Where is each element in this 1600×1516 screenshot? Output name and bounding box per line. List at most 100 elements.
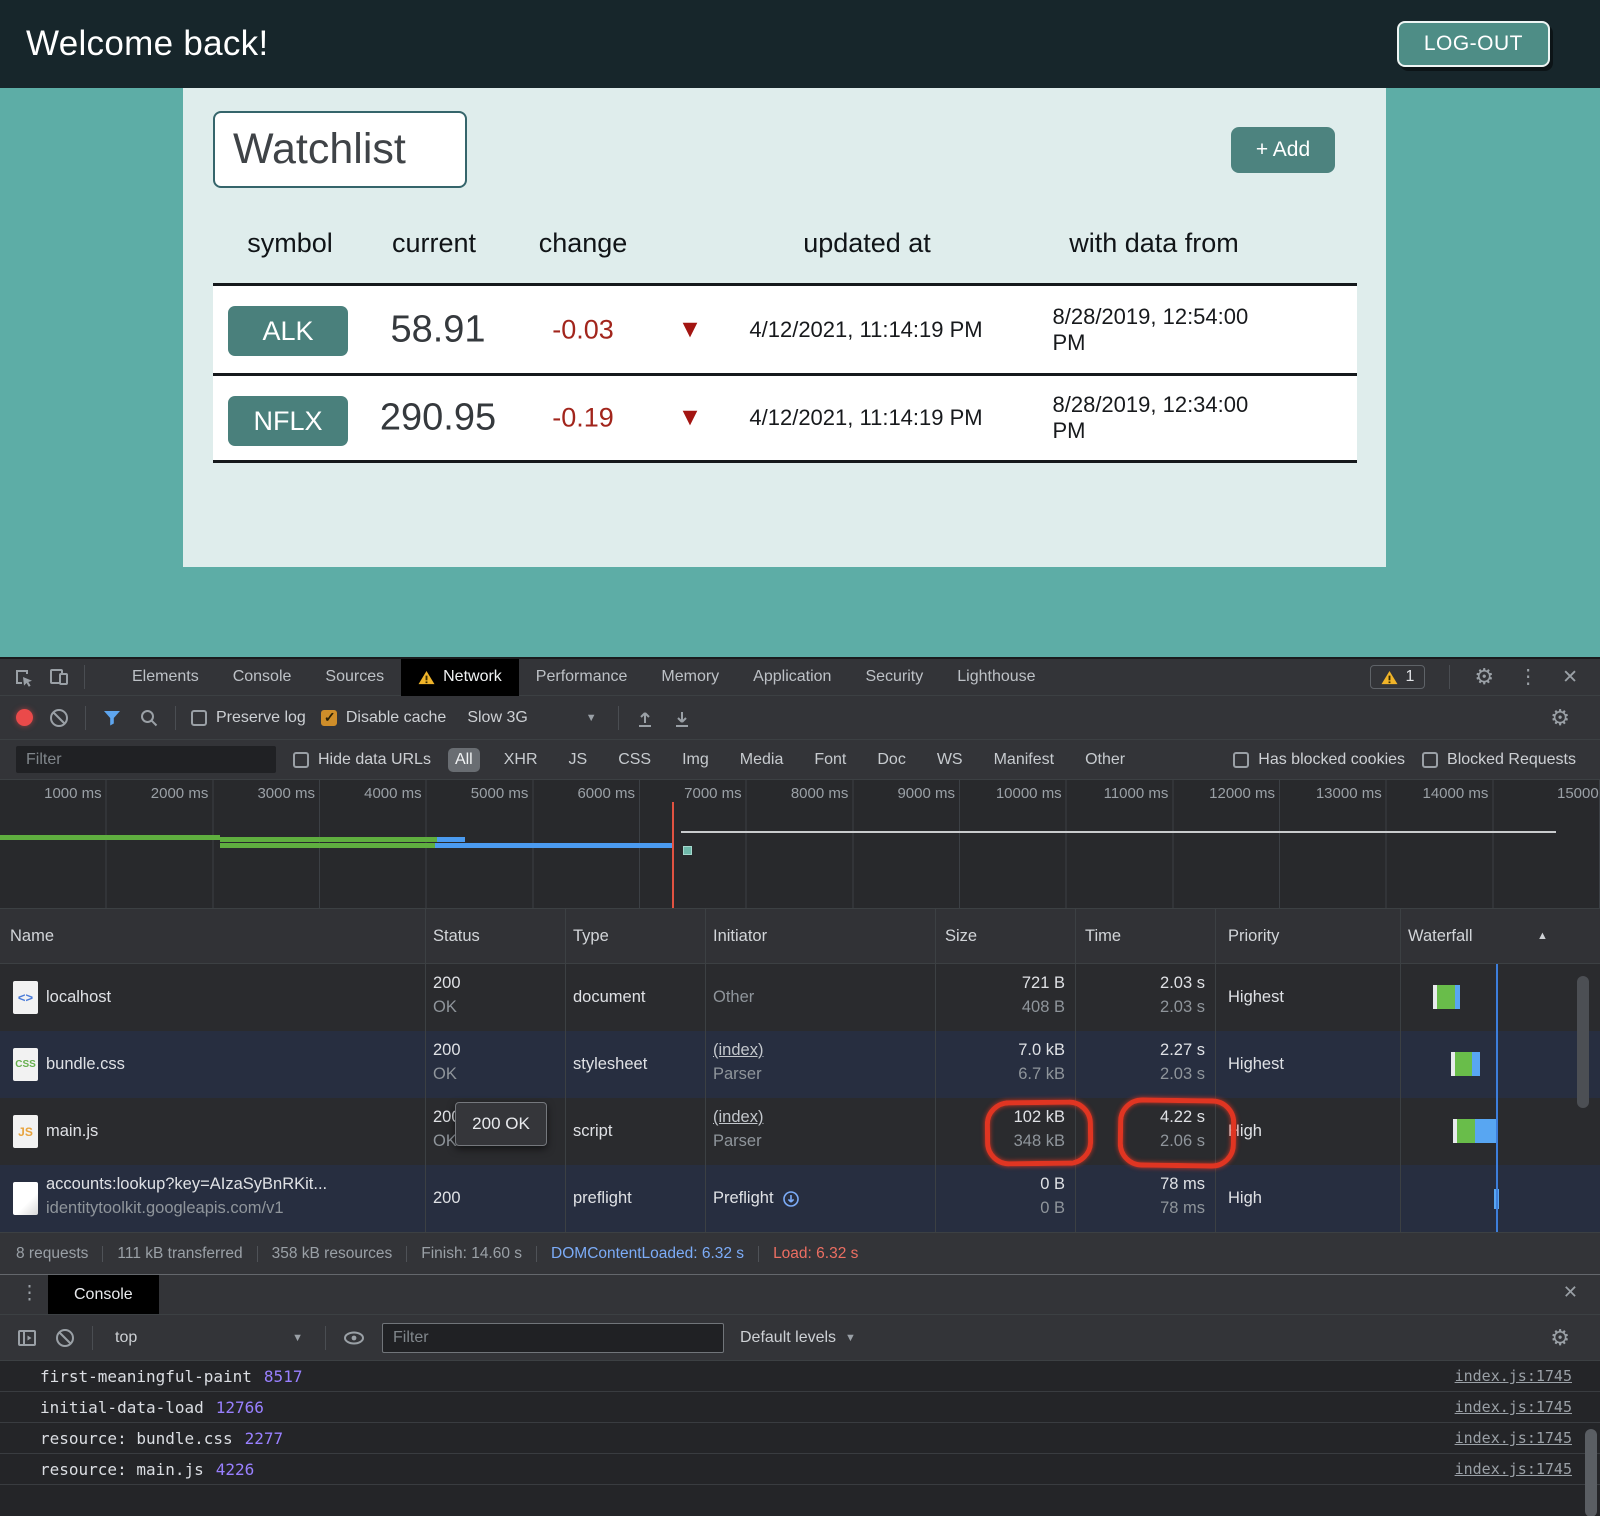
th-status[interactable]: Status: [433, 909, 480, 964]
add-button[interactable]: + Add: [1231, 127, 1335, 173]
logout-button[interactable]: LOG-OUT: [1397, 21, 1550, 67]
initiator-link[interactable]: (index): [713, 1041, 763, 1060]
tab-security[interactable]: Security: [848, 659, 940, 696]
import-har-icon[interactable]: [634, 707, 656, 729]
tab-network[interactable]: Network: [401, 659, 519, 696]
console-scrollbar-thumb[interactable]: [1585, 1429, 1597, 1516]
source-link[interactable]: index.js:1745: [1455, 1454, 1572, 1485]
filter-type-ws[interactable]: WS: [930, 748, 970, 772]
column-divider[interactable]: [935, 909, 936, 963]
sort-ascending-icon[interactable]: ▲: [1537, 909, 1548, 964]
preserve-log-checkbox[interactable]: [191, 710, 207, 726]
th-waterfall[interactable]: Waterfall: [1408, 909, 1473, 964]
source-link[interactable]: index.js:1745: [1455, 1361, 1572, 1392]
kebab-menu-icon[interactable]: ⋮: [1518, 667, 1538, 687]
timeline-tick: 14000 ms: [1423, 785, 1489, 802]
console-message[interactable]: resource: bundle.css2277 index.js:1745: [0, 1423, 1600, 1454]
tab-performance[interactable]: Performance: [519, 659, 645, 696]
preflight-icon[interactable]: [782, 1190, 800, 1208]
tab-application[interactable]: Application: [736, 659, 848, 696]
filter-type-all[interactable]: All: [448, 748, 480, 772]
console-settings-gear-icon[interactable]: ⚙: [1550, 1327, 1584, 1349]
close-drawer-icon[interactable]: ✕: [1563, 1283, 1578, 1301]
console-message[interactable]: resource: main.js4226 index.js:1745: [0, 1454, 1600, 1485]
blocked-requests-checkbox[interactable]: [1422, 752, 1438, 768]
network-settings-gear-icon[interactable]: ⚙: [1550, 707, 1584, 729]
initiator-link[interactable]: (index): [713, 1108, 763, 1127]
context-selector-dropdown[interactable]: top ▼: [109, 1329, 309, 1347]
column-divider[interactable]: [1215, 909, 1216, 963]
filter-funnel-icon[interactable]: [101, 707, 123, 729]
has-blocked-cookies-toggle[interactable]: Has blocked cookies: [1233, 751, 1405, 769]
export-har-icon[interactable]: [671, 707, 693, 729]
filter-type-other[interactable]: Other: [1078, 748, 1132, 772]
request-row-localhost[interactable]: <> localhost 200OK document Other 721 B4…: [0, 964, 1600, 1031]
console-filter-input[interactable]: [382, 1323, 724, 1353]
close-devtools-icon[interactable]: ✕: [1562, 668, 1578, 687]
dom-content-loaded-time: DOMContentLoaded: 6.32 s: [551, 1245, 744, 1263]
column-divider[interactable]: [705, 909, 706, 963]
request-row-accounts-lookup[interactable]: accounts:lookup?key=AIzaSyBnRKit...ident…: [0, 1165, 1600, 1232]
has-blocked-cookies-checkbox[interactable]: [1233, 752, 1249, 768]
symbol-badge[interactable]: ALK: [228, 306, 348, 356]
filter-type-font[interactable]: Font: [807, 748, 853, 772]
column-divider[interactable]: [1400, 909, 1401, 963]
console-message[interactable]: first-meaningful-paint8517 index.js:1745: [0, 1361, 1600, 1392]
disable-cache-checkbox[interactable]: [321, 710, 337, 726]
warning-icon: [418, 670, 435, 685]
watchlist-card: Watchlist + Add symbol current change up…: [183, 88, 1386, 567]
clear-network-log-icon[interactable]: [48, 707, 70, 729]
filter-type-js[interactable]: JS: [562, 748, 595, 772]
tab-console[interactable]: Console: [216, 659, 309, 696]
filter-type-xhr[interactable]: XHR: [497, 748, 545, 772]
filter-type-manifest[interactable]: Manifest: [987, 748, 1061, 772]
blocked-requests-toggle[interactable]: Blocked Requests: [1422, 751, 1576, 769]
th-size[interactable]: Size: [945, 909, 977, 964]
filter-type-img[interactable]: Img: [675, 748, 716, 772]
drawer-kebab-menu-icon[interactable]: ⋮: [20, 1284, 39, 1303]
device-toolbar-icon[interactable]: [48, 666, 70, 688]
request-row-main-js[interactable]: JS main.js 200OK script (index)Parser 10…: [0, 1098, 1600, 1165]
inspect-element-icon[interactable]: [12, 666, 34, 688]
th-priority[interactable]: Priority: [1228, 909, 1279, 964]
th-time[interactable]: Time: [1085, 909, 1121, 964]
console-message[interactable]: initial-data-load12766 index.js:1745: [0, 1392, 1600, 1423]
preserve-log-toggle[interactable]: Preserve log: [191, 709, 306, 727]
hide-data-urls-checkbox[interactable]: [293, 752, 309, 768]
waterfall-bar: [1437, 985, 1455, 1009]
message-text: first-meaningful-paint: [40, 1367, 252, 1386]
issues-badge[interactable]: 1: [1370, 665, 1425, 689]
symbol-badge[interactable]: NFLX: [228, 396, 348, 446]
eye-icon[interactable]: [342, 1327, 366, 1349]
column-divider[interactable]: [425, 909, 426, 963]
clear-console-icon[interactable]: [54, 1327, 76, 1349]
network-scrollbar-thumb[interactable]: [1577, 976, 1589, 1108]
settings-gear-icon[interactable]: ⚙: [1474, 666, 1494, 688]
tab-memory[interactable]: Memory: [644, 659, 736, 696]
column-divider[interactable]: [565, 909, 566, 963]
th-name[interactable]: Name: [10, 909, 54, 964]
tab-lighthouse[interactable]: Lighthouse: [940, 659, 1052, 696]
tab-sources[interactable]: Sources: [308, 659, 401, 696]
request-size: 0 B0 B: [943, 1165, 1065, 1232]
network-filter-input[interactable]: [16, 746, 276, 773]
column-divider[interactable]: [1075, 909, 1076, 963]
log-levels-dropdown[interactable]: Default levels ▼: [740, 1329, 856, 1347]
filter-type-css[interactable]: CSS: [611, 748, 658, 772]
search-icon[interactable]: [138, 707, 160, 729]
request-row-bundle-css[interactable]: CSS bundle.css 200OK stylesheet (index)P…: [0, 1031, 1600, 1098]
th-initiator[interactable]: Initiator: [713, 909, 767, 964]
th-type[interactable]: Type: [573, 909, 609, 964]
hide-data-urls-toggle[interactable]: Hide data URLs: [293, 751, 431, 769]
filter-type-media[interactable]: Media: [733, 748, 791, 772]
filter-type-doc[interactable]: Doc: [870, 748, 912, 772]
drawer-tab-console[interactable]: Console: [48, 1275, 159, 1315]
network-overview-timeline[interactable]: 1000 ms2000 ms3000 ms4000 ms5000 ms6000 …: [0, 780, 1600, 909]
source-link[interactable]: index.js:1745: [1455, 1423, 1572, 1454]
record-network-log-icon[interactable]: [16, 709, 33, 726]
tab-elements[interactable]: Elements: [115, 659, 216, 696]
throttling-dropdown[interactable]: Slow 3G ▼: [461, 709, 602, 727]
disable-cache-toggle[interactable]: Disable cache: [321, 709, 447, 727]
console-sidebar-icon[interactable]: [16, 1327, 38, 1349]
source-link[interactable]: index.js:1745: [1455, 1392, 1572, 1423]
